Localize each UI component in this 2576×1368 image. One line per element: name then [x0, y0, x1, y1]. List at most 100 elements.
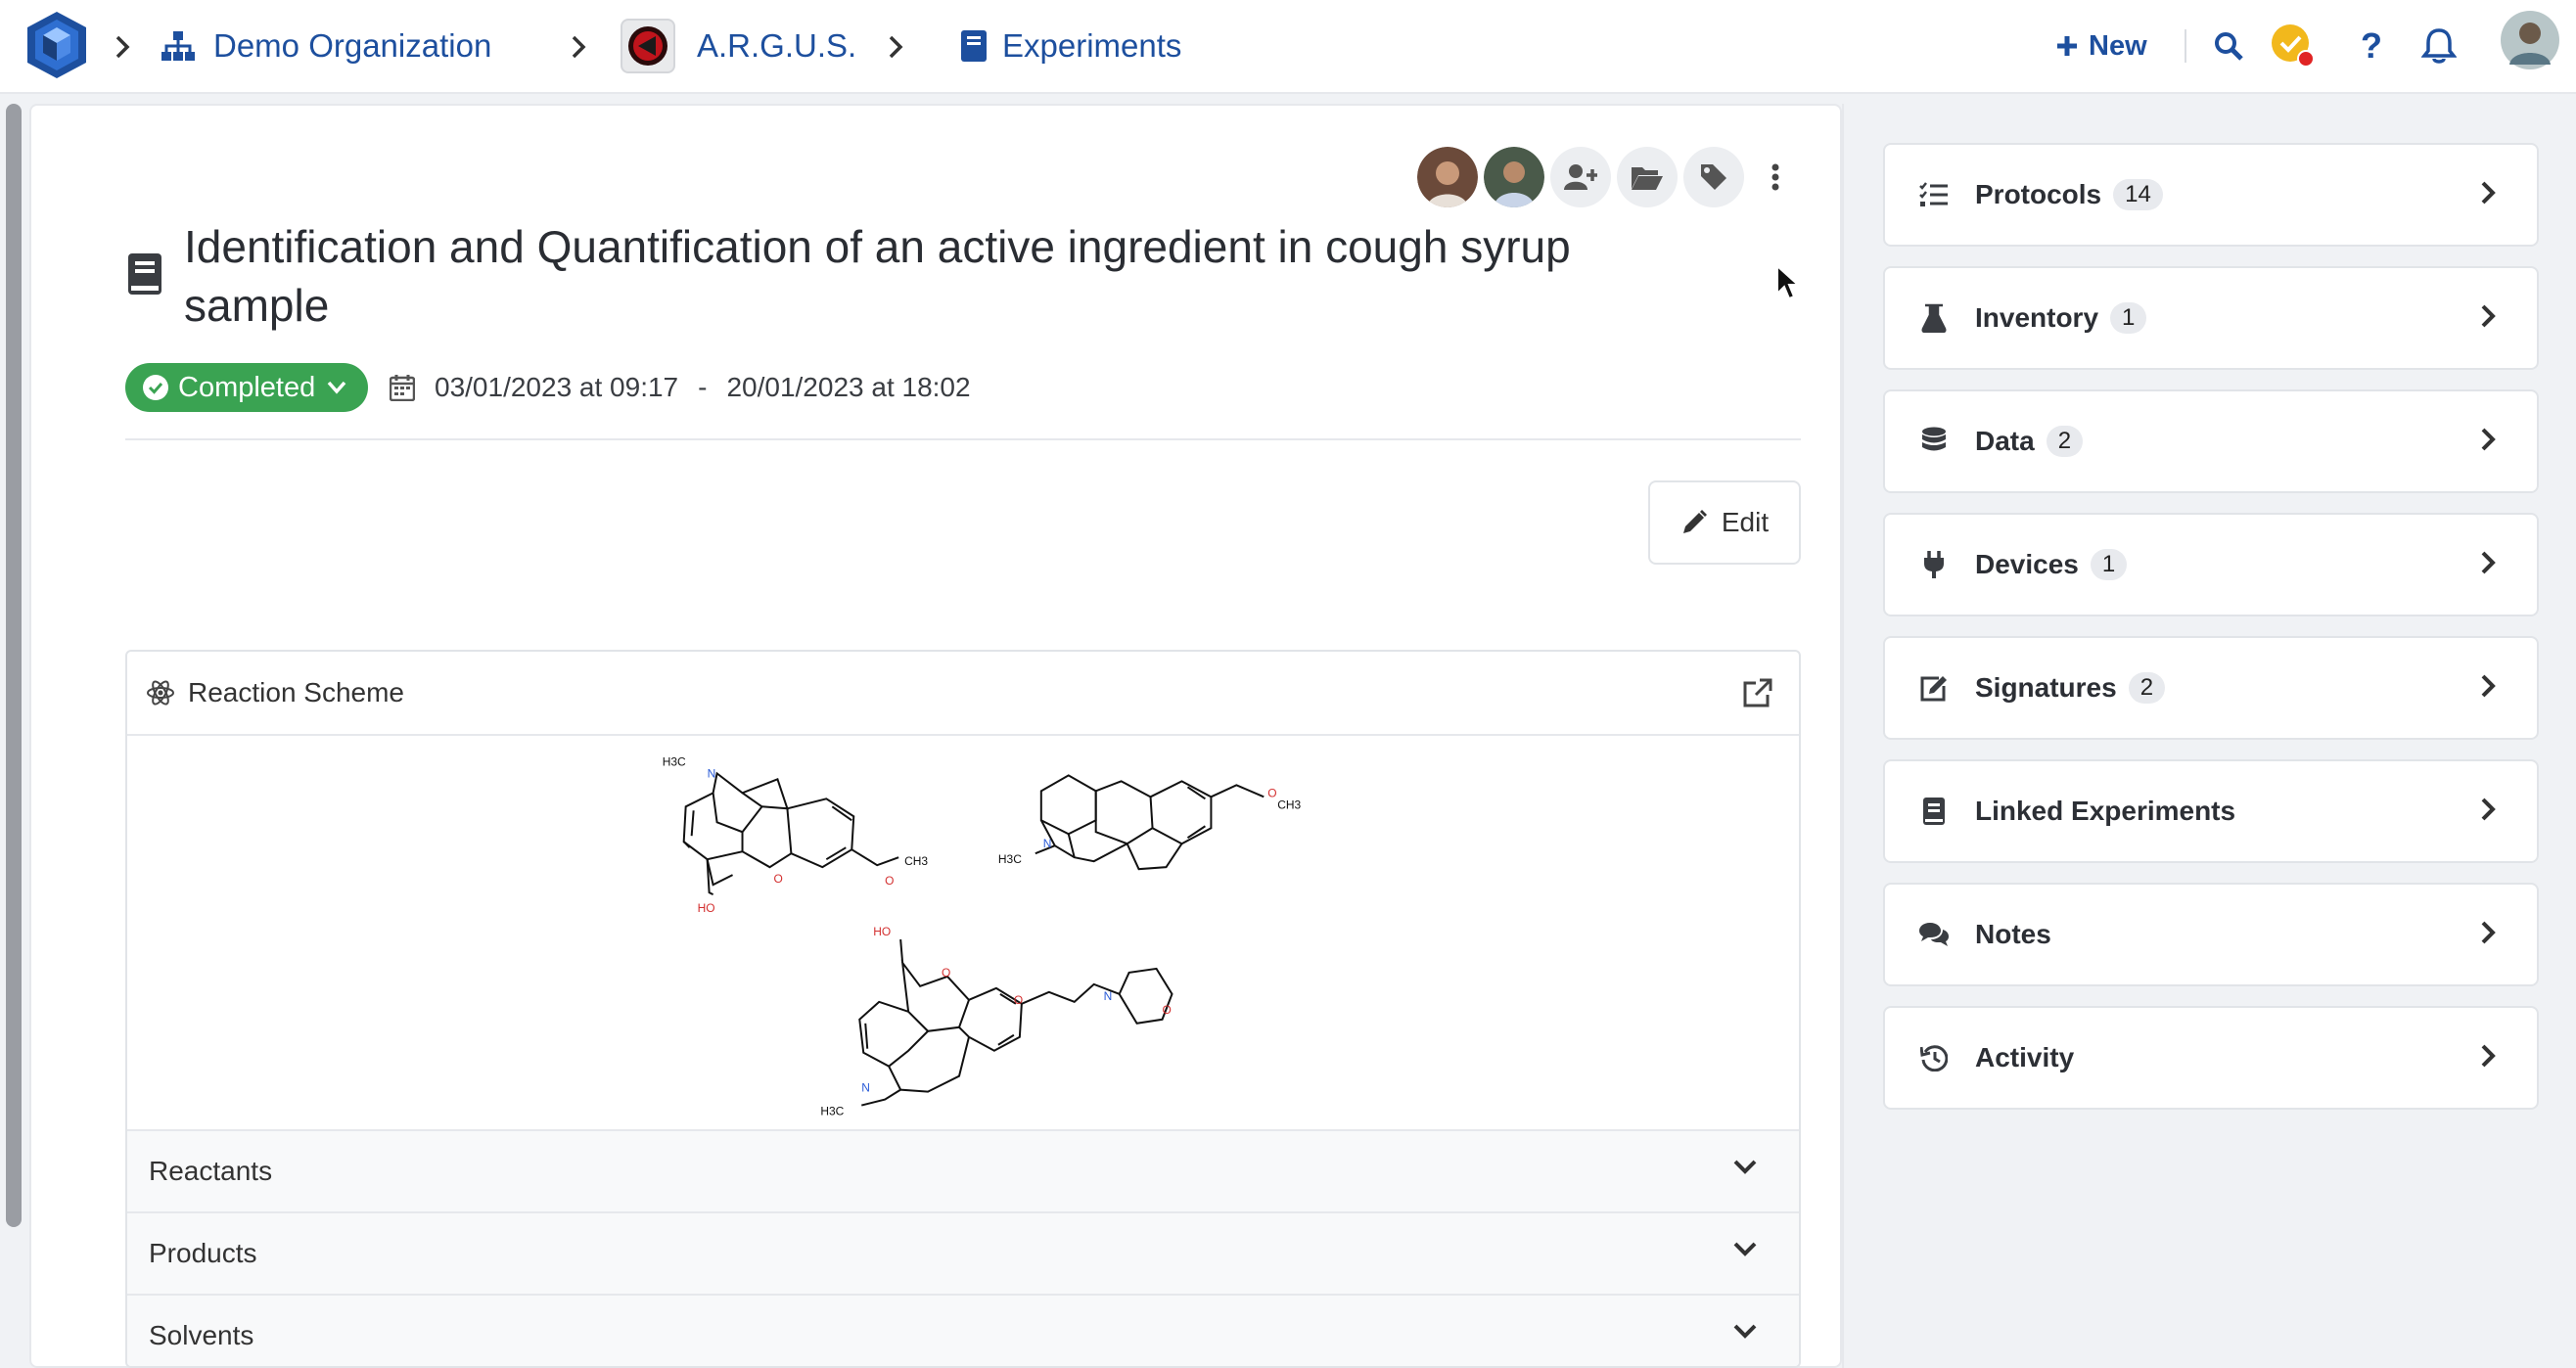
- member-avatar[interactable]: [1484, 147, 1544, 207]
- molecule-2-structure: [1035, 774, 1265, 871]
- sidebar-item-protocols[interactable]: Protocols 14: [1883, 143, 2539, 247]
- atom-label: N: [1043, 837, 1052, 850]
- sidebar-item-label: Devices: [1975, 549, 2079, 579]
- atom-label: O: [885, 874, 894, 888]
- signature-icon: [1916, 674, 1952, 702]
- products-accordion[interactable]: Products: [127, 1211, 1799, 1294]
- question-icon: ?: [2361, 25, 2382, 66]
- move-folder-button[interactable]: [1617, 147, 1678, 207]
- atom-label: HO: [873, 925, 891, 938]
- database-icon: [1916, 427, 1952, 456]
- experiment-actions: [1417, 147, 1801, 207]
- chevron-right-icon: [2481, 921, 2496, 944]
- flask-icon: [1916, 303, 1952, 333]
- calendar-icon: [390, 375, 415, 401]
- atom-label: N: [861, 1081, 870, 1095]
- edit-button[interactable]: Edit: [1648, 480, 1801, 565]
- count-badge: 14: [2113, 179, 2163, 210]
- top-navigation-bar: Demo Organization A.R.G.U.S. Experiments…: [0, 0, 2576, 94]
- chevron-right-icon: [885, 29, 906, 65]
- end-date: 20/01/2023 at 18:02: [726, 372, 971, 402]
- mouse-cursor-icon: [1776, 264, 1801, 300]
- user-avatar[interactable]: [2500, 11, 2560, 69]
- experiment-title: Identification and Quantification of an …: [184, 221, 1571, 331]
- atom-label: O: [1267, 786, 1276, 799]
- pencil-icon: [1682, 510, 1707, 533]
- external-link-icon[interactable]: [1742, 677, 1773, 708]
- sidebar-item-label: Activity: [1975, 1042, 2075, 1072]
- molecule-1-structure: [682, 771, 899, 895]
- reaction-scheme-panel: Reaction Scheme H3C N O O CH3 HO O CH3 N…: [125, 650, 1801, 1368]
- accordion-label: Products: [149, 1238, 257, 1268]
- chevron-down-icon: [1733, 1242, 1757, 1256]
- status-label: Completed: [178, 371, 316, 403]
- atom-label: O: [1163, 1003, 1172, 1017]
- header-divider-line: [125, 438, 1801, 440]
- atom-label: H3C: [998, 852, 1022, 866]
- reactants-accordion[interactable]: Reactants: [127, 1129, 1799, 1211]
- atom-label: O: [1014, 993, 1023, 1007]
- chevron-right-icon: [2481, 1044, 2496, 1068]
- task-check-icon: [2272, 24, 2315, 68]
- reaction-scheme-title: Reaction Scheme: [188, 677, 405, 707]
- atom-label: N: [1104, 989, 1113, 1003]
- help-button[interactable]: ?: [2361, 22, 2382, 70]
- chevron-right-icon: [112, 29, 133, 65]
- sidebar-item-label: Inventory: [1975, 302, 2099, 333]
- book-icon: [959, 29, 989, 63]
- molecule-3-structure: [858, 938, 1173, 1107]
- sidebar-item-notes[interactable]: Notes: [1883, 883, 2539, 986]
- sidebar-item-signatures[interactable]: Signatures 2: [1883, 636, 2539, 740]
- edit-button-label: Edit: [1721, 507, 1770, 537]
- atom-label: O: [942, 966, 950, 980]
- tags-button[interactable]: [1683, 147, 1744, 207]
- reaction-scheme-structures: H3C N O O CH3 HO O CH3 N H3C HO O O N O …: [663, 754, 1302, 1117]
- bell-icon: [2421, 28, 2457, 64]
- sidebar-item-activity[interactable]: Activity: [1883, 1006, 2539, 1110]
- atom-icon: [147, 680, 174, 706]
- add-member-button[interactable]: [1550, 147, 1611, 207]
- new-button[interactable]: New: [2055, 22, 2147, 70]
- sidebar-item-linked-experiments[interactable]: Linked Experiments: [1883, 759, 2539, 863]
- chevron-right-icon: [568, 29, 589, 65]
- user-plus-icon: [1564, 164, 1597, 190]
- breadcrumb-experiments[interactable]: Experiments: [959, 22, 1181, 70]
- breadcrumb-organization[interactable]: Demo Organization: [161, 22, 491, 70]
- book-icon: [1916, 797, 1952, 826]
- check-circle-icon: [143, 375, 168, 400]
- ellipsis-vertical-icon: [1771, 163, 1779, 191]
- count-badge: 2: [2128, 672, 2166, 704]
- new-button-label: New: [2089, 29, 2147, 62]
- date-separator: -: [698, 372, 708, 402]
- chevron-down-icon: [327, 381, 346, 394]
- chevron-down-icon: [1733, 1324, 1757, 1339]
- breadcrumb-project[interactable]: A.R.G.U.S.: [621, 19, 857, 73]
- more-options-button[interactable]: [1750, 147, 1801, 207]
- plug-icon: [1916, 550, 1952, 579]
- tag-icon: [1701, 164, 1726, 190]
- sitemap-icon: [161, 30, 196, 62]
- comments-icon: [1916, 922, 1952, 947]
- solvents-accordion[interactable]: Solvents: [127, 1294, 1799, 1366]
- sidebar-item-data[interactable]: Data 2: [1883, 389, 2539, 493]
- atom-label: H3C: [663, 754, 686, 768]
- experiment-book-icon: [128, 253, 161, 295]
- chevron-right-icon: [2481, 551, 2496, 574]
- sidebar-item-devices[interactable]: Devices 1: [1883, 513, 2539, 616]
- breadcrumb-experiments-label: Experiments: [1002, 27, 1182, 64]
- folder-open-icon: [1632, 167, 1663, 190]
- reaction-scheme-header: Reaction Scheme: [127, 652, 1799, 736]
- status-dropdown[interactable]: Completed: [125, 363, 368, 412]
- breadcrumb-project-label: A.R.G.U.S.: [697, 27, 857, 64]
- notifications-button[interactable]: [2421, 22, 2457, 70]
- chevron-right-icon: [2481, 798, 2496, 821]
- member-avatar[interactable]: [1417, 147, 1478, 207]
- chevron-right-icon: [2481, 304, 2496, 328]
- sidebar-item-inventory[interactable]: Inventory 1: [1883, 266, 2539, 370]
- chevron-right-icon: [2481, 674, 2496, 698]
- page-scrollbar[interactable]: [6, 104, 22, 1227]
- tasks-button[interactable]: [2271, 22, 2316, 70]
- search-button[interactable]: [2214, 22, 2243, 70]
- sidebar-item-label: Linked Experiments: [1975, 796, 2236, 826]
- app-logo[interactable]: [25, 10, 88, 80]
